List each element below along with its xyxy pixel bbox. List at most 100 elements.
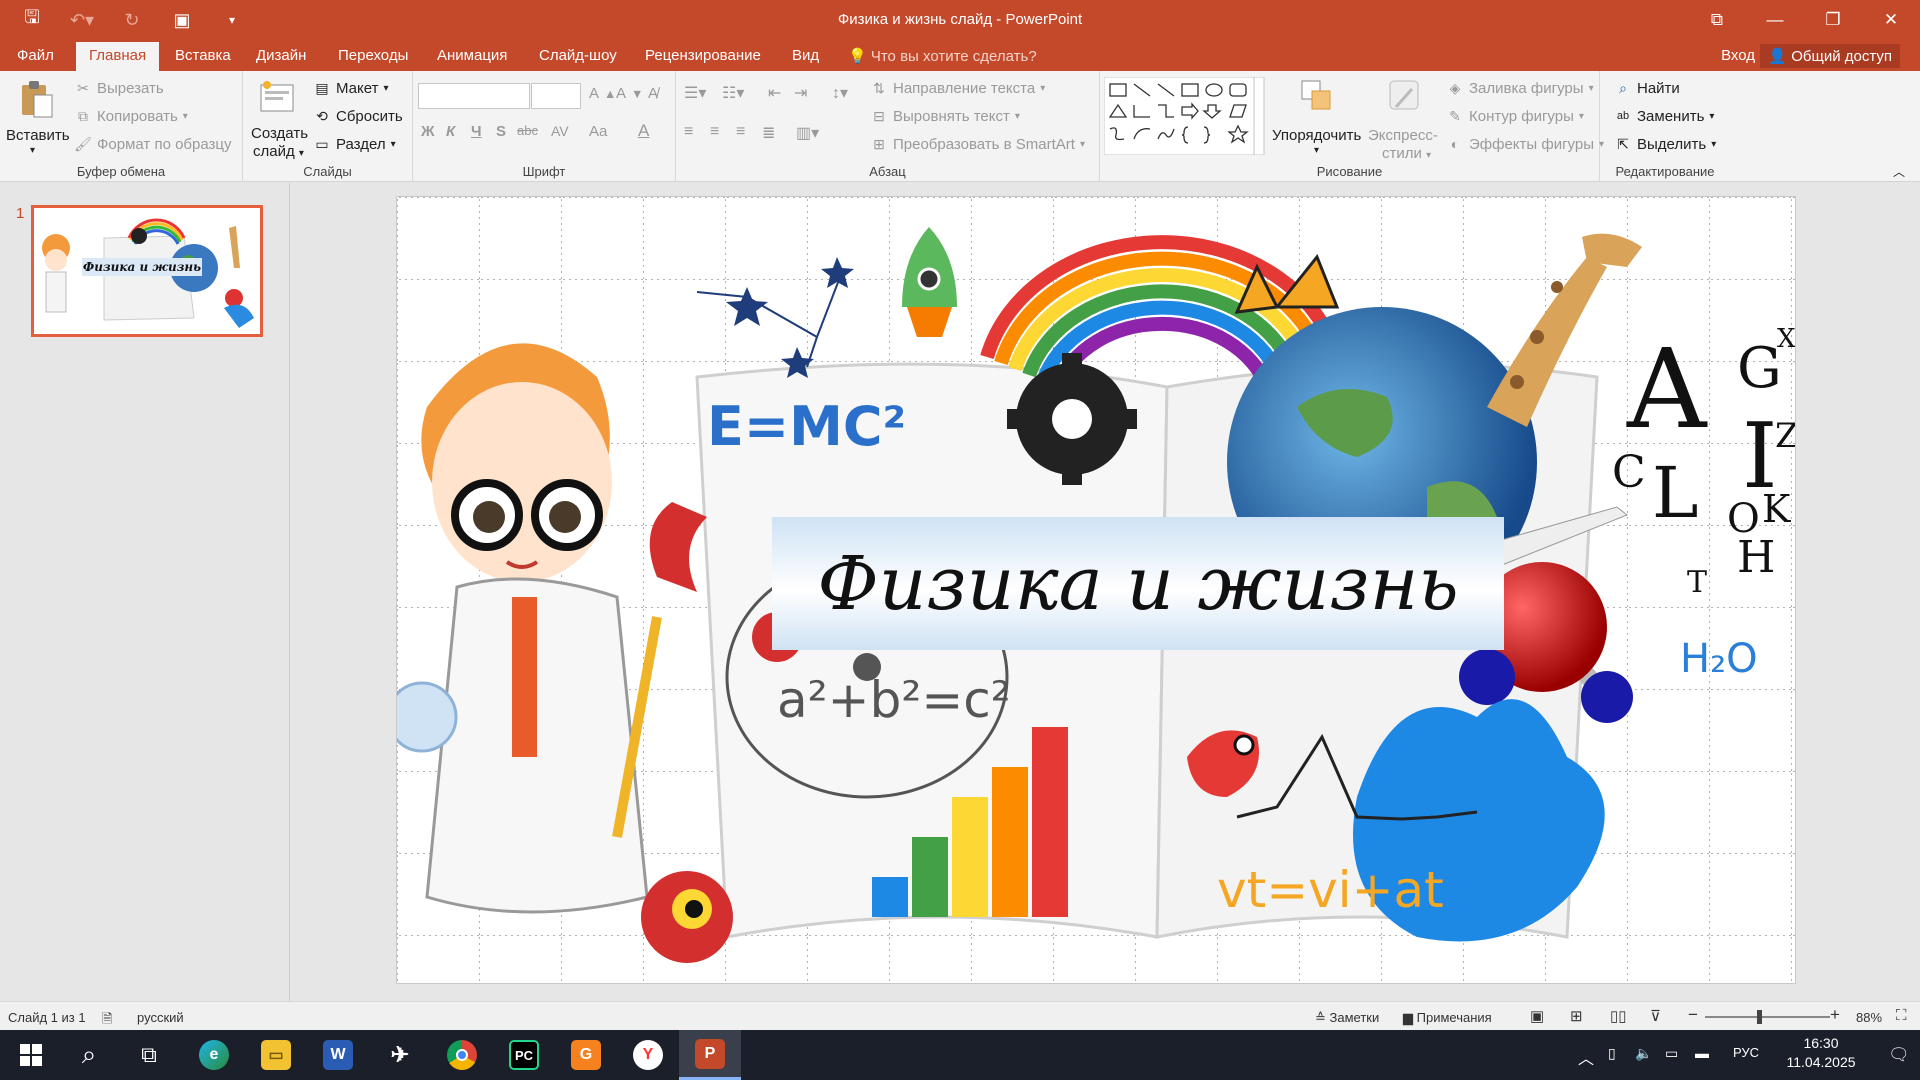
file-explorer-icon[interactable]: ▭ <box>245 1030 307 1080</box>
align-text-button[interactable]: ⊟ Выровнять текст ▾ <box>870 107 1020 125</box>
powerpoint-icon[interactable]: P <box>679 1030 741 1080</box>
language-indicator[interactable]: русский <box>137 1010 184 1025</box>
copy-button[interactable]: ⧉ Копировать ▾ <box>74 107 188 125</box>
bullets-button[interactable]: ☰▾ <box>684 83 706 103</box>
restore-icon[interactable]: ❐ <box>1804 0 1862 40</box>
tell-me-box[interactable]: 💡 Что вы хотите сделать? <box>848 47 1037 65</box>
shadow-button[interactable]: S <box>496 123 506 140</box>
tab-insert[interactable]: Вставка <box>175 47 231 64</box>
change-case-button[interactable]: Aa <box>589 123 607 140</box>
shapes-gallery[interactable] <box>1104 77 1268 155</box>
network-icon[interactable]: ▭ <box>1665 1045 1678 1062</box>
arrange-button[interactable]: Упорядочить ▾ <box>1272 77 1368 163</box>
notifications-icon[interactable]: 🗨 <box>1888 1045 1910 1065</box>
clear-format-icon[interactable]: A̸ <box>648 85 658 102</box>
reset-button[interactable]: ⟲ Сбросить <box>313 107 403 125</box>
decrease-indent-button[interactable]: ⇤ <box>768 83 781 103</box>
yandex-browser-icon[interactable]: Y <box>617 1030 679 1080</box>
close-icon[interactable]: ✕ <box>1862 0 1920 40</box>
zoom-in-icon[interactable]: + <box>1830 1005 1840 1025</box>
replace-button[interactable]: ab Заменить ▾ <box>1614 107 1715 125</box>
font-name-combo[interactable] <box>418 83 530 109</box>
slideshow-view-icon[interactable]: ⊽ <box>1650 1007 1661 1025</box>
paste-button[interactable]: Вставить ▾ <box>4 77 70 159</box>
align-center-button[interactable]: ≡ <box>710 123 719 141</box>
smartart-button[interactable]: ⊞ Преобразовать в SmartArt ▾ <box>870 135 1085 153</box>
lightbulb-icon: 💡 <box>848 48 867 65</box>
tray-chevron-icon[interactable]: ︿ <box>1578 1045 1594 1069</box>
increase-indent-button[interactable]: ⇥ <box>794 83 807 103</box>
new-slide-button[interactable]: Создать слайд ▾ <box>249 77 309 163</box>
input-language[interactable]: РУС <box>1733 1045 1759 1060</box>
slide-sorter-icon[interactable]: ⊞ <box>1570 1007 1583 1025</box>
comments-button[interactable]: ▆ Примечания <box>1403 1010 1492 1026</box>
word-icon[interactable]: W <box>307 1030 369 1080</box>
tab-view[interactable]: Вид <box>792 47 819 64</box>
letter-a: A <box>1626 325 1708 453</box>
volume-icon[interactable]: 🔈 <box>1635 1045 1652 1062</box>
notes-button[interactable]: ≙ Заметки <box>1315 1010 1379 1026</box>
tab-review[interactable]: Рецензирование <box>645 47 761 64</box>
zoom-slider-thumb[interactable] <box>1757 1010 1762 1024</box>
underline-button[interactable]: Ч <box>471 123 482 140</box>
ribbon-display-options-icon[interactable]: ⧉ <box>1688 0 1746 40</box>
chrome-icon[interactable] <box>431 1030 493 1080</box>
shape-fill-button[interactable]: ◈ Заливка фигуры ▾ <box>1446 79 1594 97</box>
slide-thumbnail-1[interactable]: Физика и жизнь <box>31 205 263 337</box>
line-spacing-button[interactable]: ↕▾ <box>832 83 848 103</box>
search-icon[interactable]: ⌕ <box>58 1030 120 1080</box>
format-painter-button[interactable]: 🖌 Формат по образцу <box>74 135 231 153</box>
quick-styles-button[interactable]: Экспресс- стили ▾ <box>1368 77 1442 163</box>
shape-effects-button[interactable]: ◐ Эффекты фигуры ▾ <box>1446 135 1604 153</box>
normal-view-icon[interactable]: ▣ <box>1530 1007 1544 1025</box>
text-direction-button[interactable]: ⇅ Направление текста ▾ <box>870 79 1045 97</box>
windows-start-icon[interactable] <box>0 1030 62 1080</box>
sign-in-link[interactable]: Вход <box>1721 47 1755 64</box>
slide-title[interactable]: Физика и жизнь <box>772 517 1504 650</box>
tab-animations[interactable]: Анимация <box>437 47 507 64</box>
pycharm-icon[interactable]: PC <box>493 1030 555 1080</box>
reading-view-icon[interactable]: ▯▯ <box>1610 1007 1627 1025</box>
cut-button[interactable]: ✂ Вырезать <box>74 79 164 97</box>
grow-font-button[interactable]: A ▲ <box>589 85 616 102</box>
title-placeholder[interactable]: Физика и жизнь <box>772 517 1504 650</box>
clock[interactable]: 16:30 11.04.2025 <box>1776 1035 1866 1070</box>
battery-icon[interactable]: ▬ <box>1695 1045 1709 1061</box>
tab-file[interactable]: Файл <box>17 47 54 64</box>
char-spacing-button[interactable]: AV <box>551 123 569 139</box>
align-right-button[interactable]: ≡ <box>736 123 745 141</box>
edge-icon[interactable]: e <box>183 1030 245 1080</box>
section-button[interactable]: ▭ Раздел ▾ <box>313 135 395 153</box>
select-button[interactable]: ⇱ Выделить ▾ <box>1614 135 1716 153</box>
xbox-icon[interactable]: ✈ <box>369 1030 431 1080</box>
align-left-button[interactable]: ≡ <box>684 123 693 141</box>
columns-button[interactable]: ▥▾ <box>796 123 819 143</box>
tab-design[interactable]: Дизайн <box>256 47 306 64</box>
share-button[interactable]: 👤 Общий доступ <box>1760 44 1900 68</box>
minimize-icon[interactable]: — <box>1746 0 1804 40</box>
font-color-button[interactable]: A <box>638 121 649 141</box>
zoom-slider[interactable] <box>1705 1010 1830 1024</box>
spellcheck-icon[interactable]: 🗎 <box>102 1010 112 1032</box>
justify-button[interactable]: ≣ <box>762 123 775 143</box>
numbering-button[interactable]: ☷▾ <box>722 83 744 103</box>
fit-to-window-icon[interactable]: ⛶ <box>1896 1007 1907 1024</box>
tab-home[interactable]: Главная <box>76 42 160 71</box>
shrink-font-button[interactable]: A ▼ <box>616 85 643 102</box>
slide-1[interactable]: E=MC² A G X I Z C L O K T H H₂O a²+b²=c²… <box>396 196 1796 984</box>
tab-transitions[interactable]: Переходы <box>338 47 408 64</box>
layout-button[interactable]: ▤ Макет ▾ <box>313 79 388 97</box>
font-size-combo[interactable] <box>531 83 581 109</box>
find-button[interactable]: ⌕ Найти <box>1614 79 1680 97</box>
usb-icon[interactable]: ▯ <box>1608 1045 1616 1062</box>
bold-button[interactable]: Ж <box>421 123 435 140</box>
collapse-ribbon-icon[interactable]: ︿ <box>1893 163 1905 180</box>
strikethrough-button[interactable]: abc <box>517 123 538 138</box>
zoom-level[interactable]: 88% <box>1856 1010 1882 1025</box>
shape-outline-button[interactable]: ✎ Контур фигуры ▾ <box>1446 107 1584 125</box>
tab-slideshow[interactable]: Слайд-шоу <box>539 47 617 64</box>
task-view-icon[interactable]: ⧉ <box>118 1030 180 1080</box>
italic-button[interactable]: К <box>446 123 455 140</box>
zoom-out-icon[interactable]: − <box>1688 1005 1698 1025</box>
sber-icon[interactable]: G <box>555 1030 617 1080</box>
